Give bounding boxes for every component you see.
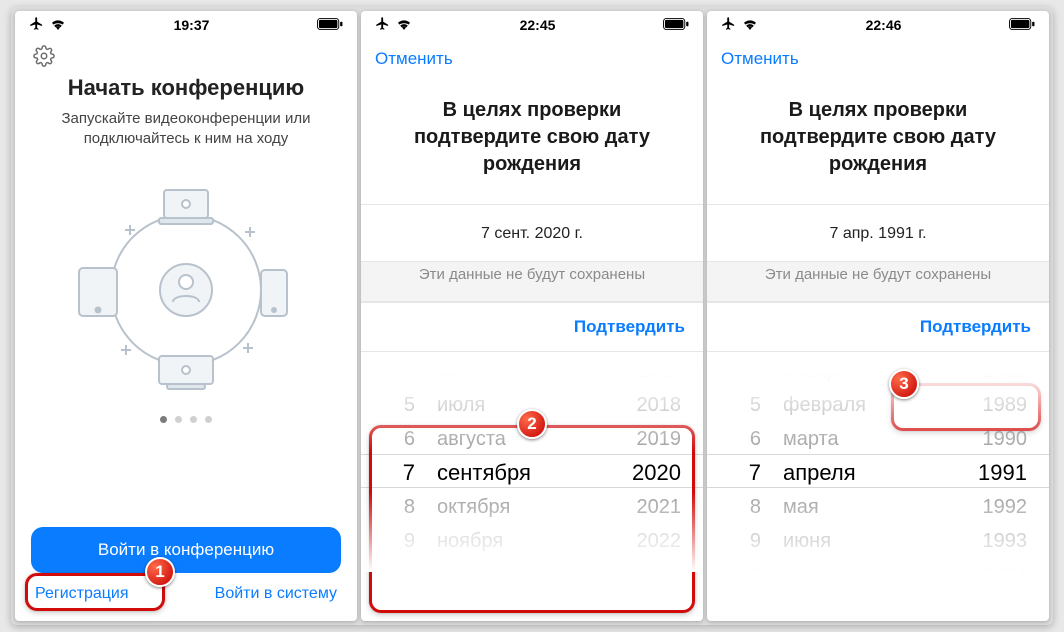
picker-day-column[interactable]: 4 5 6 7 8 9 (361, 372, 431, 554)
privacy-note: Эти данные не будут сохранены (707, 261, 1049, 302)
status-bar: 19:37 (15, 11, 357, 39)
picker-month-column[interactable]: января февраля марта апреля мая июня июл… (777, 372, 949, 554)
cancel-button[interactable]: Отменить (721, 49, 799, 69)
airplane-mode-icon (375, 16, 390, 34)
page-indicator (15, 416, 357, 423)
welcome-title: Начать конференцию (15, 75, 357, 101)
picker-year-column[interactable]: 2017 2018 2019 2020 2021 2022 (603, 372, 703, 554)
join-conference-button[interactable]: Войти в конференцию (31, 527, 341, 573)
date-picker[interactable]: 4 5 6 7 8 9 июня июля августа сентября (361, 372, 703, 572)
picker-year-column[interactable]: 1988 1989 1990 1991 1992 1993 1994 (949, 372, 1049, 554)
screen-welcome: 19:37 Начать конференцию Запускайте виде… (15, 11, 357, 621)
battery-icon (1009, 17, 1035, 33)
verify-title: В целях проверки подтвердите свою дату р… (361, 79, 703, 204)
settings-gear-icon[interactable] (33, 45, 339, 67)
wifi-icon (396, 17, 412, 33)
battery-icon (663, 17, 689, 33)
privacy-note: Эти данные не будут сохранены (361, 261, 703, 302)
battery-icon (317, 17, 343, 33)
cancel-button[interactable]: Отменить (375, 49, 453, 69)
airplane-mode-icon (29, 16, 44, 34)
step-marker-2: 2 (517, 409, 547, 439)
wifi-icon (742, 17, 758, 33)
confirm-button[interactable]: Подтвердить (574, 317, 685, 337)
conference-illustration (15, 158, 357, 412)
status-time: 22:46 (866, 17, 902, 33)
screen-verify-initial: 22:45 Отменить В целях проверки подтверд… (361, 11, 703, 621)
selected-date-display: 7 сент. 2020 г. (361, 205, 703, 261)
step-marker-3: 3 (889, 369, 919, 399)
step-marker-1: 1 (145, 557, 175, 587)
verify-title: В целях проверки подтвердите свою дату р… (707, 79, 1049, 204)
register-link[interactable]: Регистрация (35, 585, 129, 603)
status-time: 22:45 (520, 17, 556, 33)
picker-day-column[interactable]: 4 5 6 7 8 9 10 (707, 372, 777, 554)
welcome-subtitle: Запускайте видеоконференции или подключа… (15, 101, 357, 158)
login-link[interactable]: Войти в систему (215, 585, 337, 603)
status-time: 19:37 (174, 17, 210, 33)
status-bar: 22:45 (361, 11, 703, 39)
wifi-icon (50, 17, 66, 33)
confirm-button[interactable]: Подтвердить (920, 317, 1031, 337)
picker-month-column[interactable]: июня июля августа сентября октября ноябр… (431, 372, 603, 554)
selected-date-display: 7 апр. 1991 г. (707, 205, 1049, 261)
status-bar: 22:46 (707, 11, 1049, 39)
screen-verify-chosen: 22:46 Отменить В целях проверки подтверд… (707, 11, 1049, 621)
date-picker[interactable]: 4 5 6 7 8 9 10 января февраля марта (707, 372, 1049, 572)
airplane-mode-icon (721, 16, 736, 34)
screenshot-triptych: 19:37 Начать конференцию Запускайте виде… (11, 7, 1053, 625)
